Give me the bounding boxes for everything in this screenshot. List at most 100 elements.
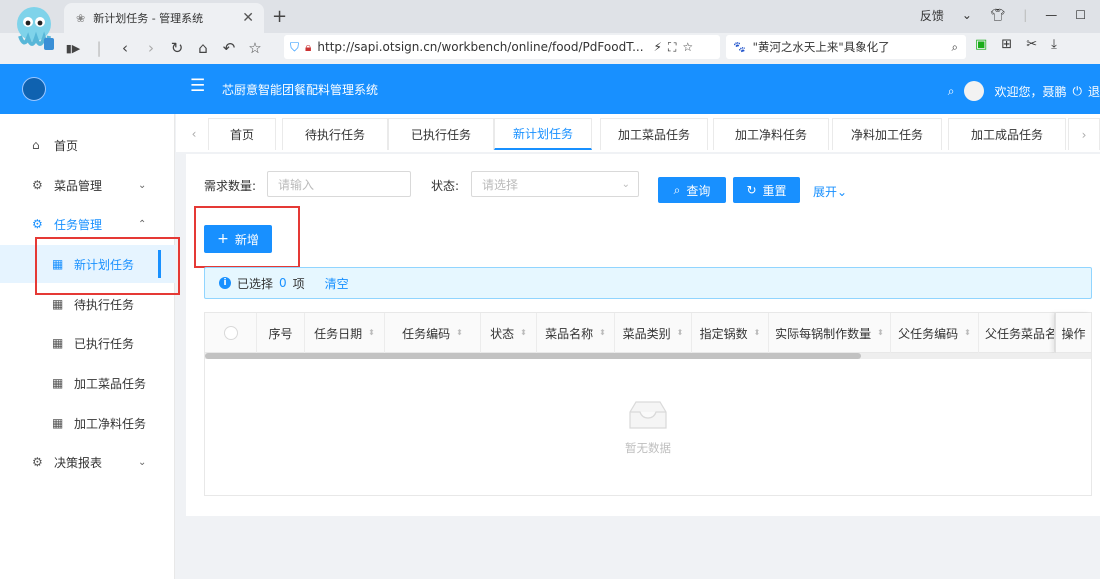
tabs-next-icon[interactable]: › (1068, 118, 1100, 150)
column-header[interactable]: 实际每锅制作数量 ⬍ (769, 313, 891, 353)
sidebar-item-label: 加工菜品任务 (74, 376, 147, 391)
logout-icon[interactable]: ⏻ (1072, 84, 1082, 99)
column-header-label: 菜品类别 (622, 326, 671, 341)
undo-icon[interactable]: ↶ (216, 39, 242, 57)
url-bar[interactable]: ⛉ 🔒︎ http://sapi.otsign.cn/workbench/onl… (284, 35, 720, 59)
table-header: 序号 任务日期 ⬍ 任务编码 ⬍ 状态 ⬍ 菜品名称 ⬍ 菜品类别 ⬍ 指定锅数 ⬍ 实际每… (205, 313, 1091, 353)
column-header: 操作 (1055, 313, 1091, 353)
shirt-icon[interactable]: 👕︎ (990, 8, 1005, 22)
sidebar-item-dish-management[interactable]: ⚙ 菜品管理 ⌄ (0, 166, 175, 204)
column-header[interactable]: 任务编码 ⬍ (385, 313, 481, 353)
column-header[interactable]: 状态 ⬍ (481, 313, 537, 353)
welcome-text: 欢迎您，聂鹏 (994, 84, 1067, 99)
tab-process-finished-task[interactable]: 加工成品任务 (948, 118, 1066, 150)
chevron-down-icon[interactable]: ⌄ (962, 8, 972, 22)
chevron-up-icon: ⌃ (138, 218, 147, 230)
add-button[interactable]: + 新增 (204, 225, 272, 253)
search-bar[interactable]: 🐾︎ "黄河之水天上来"具象化了 ⌕ (726, 35, 966, 59)
sidebar-item-label: 加工净料任务 (74, 416, 147, 431)
sidebar-item-executed-task[interactable]: ▦ 已执行任务 (0, 324, 175, 362)
main-content: 需求数量: 请输入 状态: 请选择 ⌄ ⌕ 查询 ↻ 重置 展开⌄ + 新增 i… (186, 154, 1100, 516)
column-header[interactable]: 菜品类别 ⬍ (615, 313, 692, 353)
empty-text: 暂无数据 (625, 441, 671, 455)
feedback-link[interactable]: 反馈 (920, 7, 944, 24)
column-header[interactable]: 指定锅数 ⬍ (692, 313, 769, 353)
extension-icon[interactable]: ▣ (975, 37, 987, 52)
query-button[interactable]: ⌕ 查询 (658, 177, 726, 203)
quantity-input[interactable]: 请输入 (267, 171, 411, 197)
avatar[interactable] (964, 81, 985, 101)
divider: | (96, 39, 102, 57)
lock-icon: 🔒︎ (305, 39, 312, 54)
sort-icon: ⬍ (368, 328, 375, 337)
lightning-icon[interactable]: ⚡︎ (654, 40, 662, 54)
favorites-icon[interactable]: ☆ (242, 39, 268, 57)
new-tab-icon[interactable]: + (272, 6, 287, 27)
tabs-prev-icon[interactable]: ‹ (184, 118, 204, 150)
menu-toggle-icon[interactable]: ☰ (190, 76, 205, 96)
expand-label: 展开 (813, 185, 838, 199)
column-header: 父任务菜品名 (979, 313, 1055, 353)
forward-icon[interactable]: › (138, 39, 164, 57)
info-icon: i (219, 277, 231, 289)
column-header[interactable]: 父任务编码 ⬍ (891, 313, 979, 353)
tab-process-net-material-task[interactable]: 加工净料任务 (713, 118, 829, 150)
paw-icon: 🐾︎ (732, 40, 747, 54)
tab-pending-task[interactable]: 待执行任务 (282, 118, 388, 150)
tab-new-plan-task[interactable]: 新计划任务 (494, 118, 592, 150)
divider: | (1023, 8, 1028, 22)
minimize-icon[interactable]: — (1045, 8, 1057, 22)
sort-icon: ⬍ (599, 328, 606, 337)
back-icon[interactable]: ‹ (112, 39, 138, 57)
clear-link[interactable]: 清空 (325, 275, 349, 292)
selection-suffix: 项 (292, 276, 305, 291)
maximize-icon[interactable]: ☐ (1075, 8, 1086, 22)
home-icon[interactable]: ⌂ (190, 39, 216, 57)
download-icon[interactable]: ⤓ (1051, 37, 1057, 52)
tab-net-material-processing-task[interactable]: 净料加工任务 (832, 118, 942, 150)
column-header-label: 状态 (490, 326, 515, 341)
tab-home[interactable]: 首页 (208, 118, 276, 150)
expand-link[interactable]: 展开⌄ (813, 183, 847, 200)
search-icon[interactable]: ⌕ (952, 40, 958, 55)
grid-icon: ▦ (52, 336, 64, 350)
select-all-checkbox[interactable] (205, 313, 257, 353)
column-header-label: 任务编码 (402, 326, 451, 341)
logout-label[interactable]: 退 (1088, 83, 1100, 100)
reset-button[interactable]: ↻ 重置 (733, 177, 800, 203)
apps-grid-icon[interactable]: ⊞ (1001, 37, 1012, 52)
sort-icon: ⬍ (456, 328, 463, 337)
search-icon: ⌕ (673, 182, 681, 197)
scissors-icon[interactable]: ✂ (1026, 37, 1037, 52)
reload-icon[interactable]: ↻ (164, 39, 190, 57)
sidebar-item-decision-report[interactable]: ⚙ 决策报表 ⌄ (0, 443, 175, 481)
column-header[interactable]: 任务日期 ⬍ (305, 313, 385, 353)
selection-count: 0 (279, 276, 287, 290)
close-tab-icon[interactable]: ✕ (242, 10, 254, 26)
sort-icon: ⬍ (964, 328, 971, 337)
browser-tab[interactable]: ❀ 新计划任务 - 管理系统 ✕ (64, 3, 264, 33)
bookmark-star-icon[interactable]: ☆ (682, 40, 693, 54)
sort-icon: ⬍ (676, 328, 684, 337)
grid-icon: ▦ (52, 297, 64, 311)
search-icon[interactable]: ⌕ (948, 84, 955, 99)
task-table: 序号 任务日期 ⬍ 任务编码 ⬍ 状态 ⬍ 菜品名称 ⬍ 菜品类别 ⬍ 指定锅数 ⬍ 实际每… (204, 312, 1092, 496)
status-label: 状态: (431, 179, 460, 193)
browser-logo-icon (17, 7, 54, 50)
browser-chrome: ❀ 新计划任务 - 管理系统 ✕ + 反馈 ⌄ 👕︎ | — ☐ ▮▶ | ‹ … (0, 0, 1100, 64)
screenshot-icon[interactable]: ⛶ (668, 40, 676, 55)
tab-executed-task[interactable]: 已执行任务 (388, 118, 494, 150)
media-icon[interactable]: ▮▶ (60, 42, 86, 55)
page-tabs: ‹ 首页 待执行任务 已执行任务 新计划任务 加工菜品任务 加工净料任务 净料加… (176, 114, 1100, 152)
sidebar-item-label: 待执行任务 (74, 297, 135, 312)
sidebar-item-process-net-material-task[interactable]: ▦ 加工净料任务 (0, 404, 175, 442)
column-header[interactable]: 菜品名称 ⬍ (537, 313, 615, 353)
sidebar-item-home[interactable]: ⌂ 首页 (0, 126, 175, 164)
sort-icon: ⬍ (520, 328, 527, 337)
app-header: ☰ 芯厨意智能团餐配料管理系统 ⌕ 欢迎您，聂鹏 ⏻ 退 (0, 64, 1100, 114)
sidebar-item-process-dish-task[interactable]: ▦ 加工菜品任务 (0, 364, 175, 402)
tab-process-dish-task[interactable]: 加工菜品任务 (600, 118, 708, 150)
chevron-down-icon: ⌄ (138, 179, 147, 191)
sort-icon: ⬍ (877, 328, 884, 337)
status-select[interactable]: 请选择 ⌄ (471, 171, 639, 197)
